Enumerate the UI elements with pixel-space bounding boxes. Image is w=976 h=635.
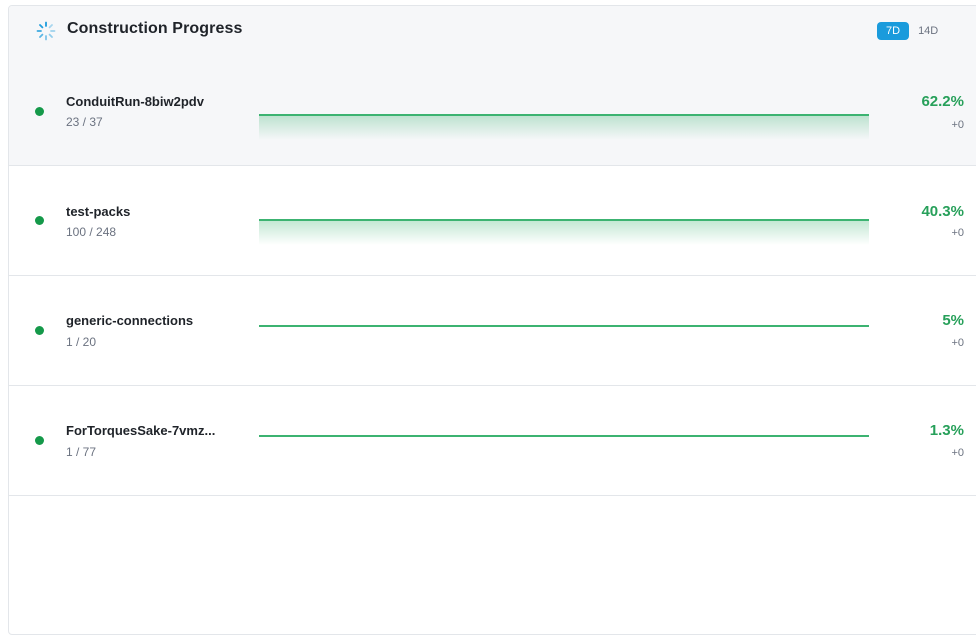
row-delta: +0 [951, 119, 964, 131]
progress-track [259, 325, 869, 327]
construction-progress-panel: Construction Progress 7D 14D ConduitRun-… [8, 5, 976, 635]
status-dot [35, 326, 44, 335]
row-name: ForTorquesSake-7vmz... [66, 423, 216, 438]
row-delta: +0 [951, 337, 964, 349]
row-count: 23 / 37 [66, 115, 103, 129]
progress-glow [259, 221, 869, 245]
row-count: 1 / 20 [66, 335, 97, 349]
row-percent: 40.3% [921, 203, 964, 220]
progress-row[interactable]: ConduitRun-8biw2pdv 23 / 37 62.2% +0 [9, 56, 976, 166]
status-dot [35, 436, 44, 445]
panel-title: Construction Progress [67, 20, 243, 37]
loading-spinner-icon [36, 21, 56, 41]
range-14d-button[interactable]: 14D [909, 22, 947, 40]
row-name: generic-connections [66, 313, 194, 328]
row-percent: 62.2% [921, 93, 964, 110]
status-dot [35, 107, 44, 116]
row-name: test-packs [66, 204, 131, 219]
row-count: 1 / 77 [66, 445, 97, 459]
progress-row[interactable]: test-packs 100 / 248 40.3% +0 [9, 166, 976, 276]
progress-track [259, 435, 869, 437]
status-dot [35, 216, 44, 225]
row-delta: +0 [951, 227, 964, 239]
row-name: ConduitRun-8biw2pdv [66, 94, 204, 109]
range-7d-button[interactable]: 7D [877, 22, 910, 40]
row-delta: +0 [951, 447, 964, 459]
progress-row[interactable]: generic-connections 1 / 20 5% +0 [9, 276, 976, 386]
row-percent: 1.3% [929, 422, 964, 439]
row-count: 100 / 248 [66, 225, 117, 239]
progress-glow [259, 116, 869, 140]
progress-row[interactable]: ForTorquesSake-7vmz... 1 / 77 1.3% +0 [9, 386, 976, 496]
row-percent: 5% [942, 312, 964, 329]
range-toggle: 7D 14D [877, 22, 947, 40]
panel-header: Construction Progress 7D 14D [9, 6, 976, 57]
